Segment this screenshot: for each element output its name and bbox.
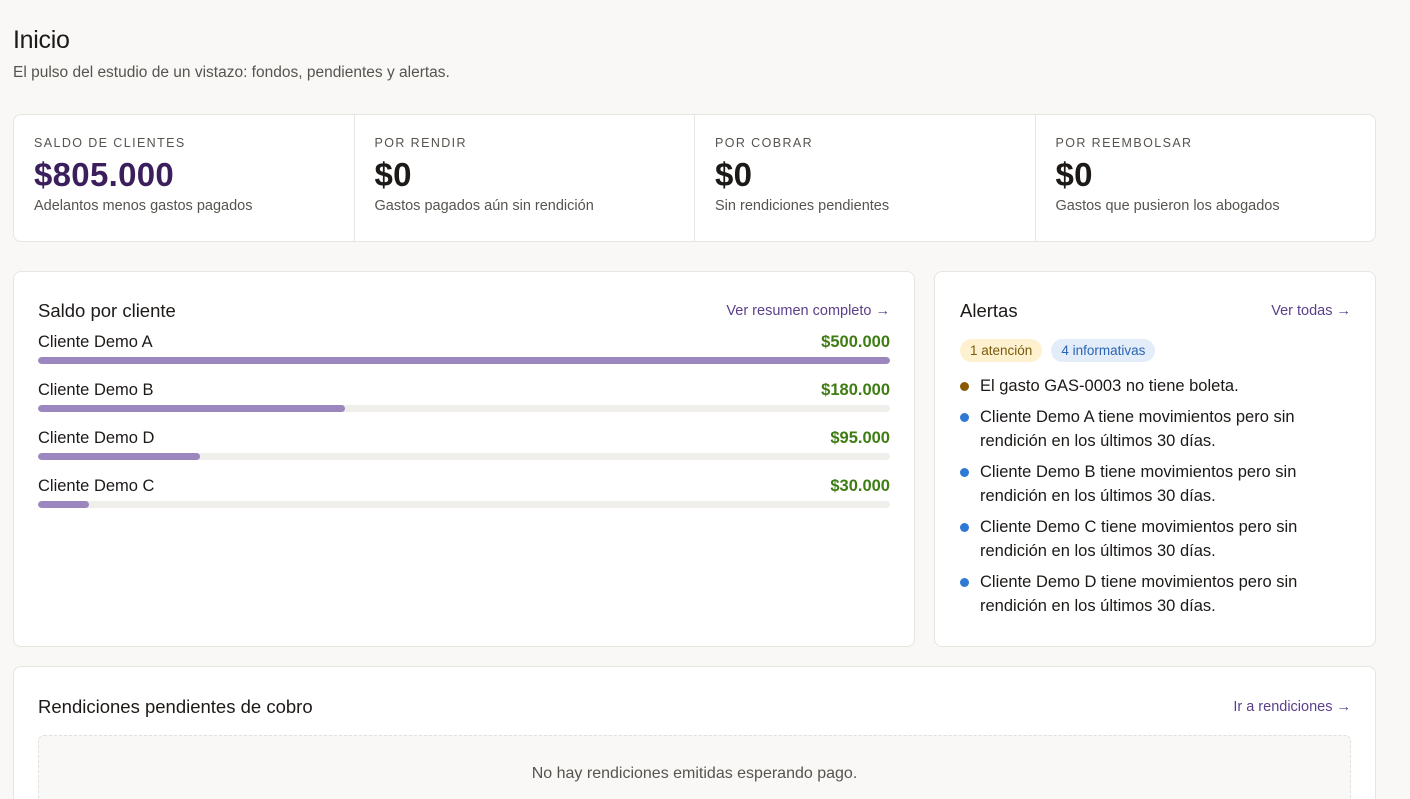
- attention-badge[interactable]: 1 atención: [960, 339, 1043, 362]
- balance-bar-track: [38, 357, 890, 364]
- stat-saldo-clientes: Saldo de clientes $805.000 Adelantos men…: [14, 115, 355, 241]
- balance-bar-fill: [38, 453, 200, 460]
- client-row: Cliente Demo A $500.000: [38, 327, 890, 375]
- alert-item: Cliente Demo C tiene movimientos pero si…: [960, 515, 1351, 563]
- card-title: Rendiciones pendientes de cobro: [38, 696, 313, 717]
- client-amount: $95.000: [830, 428, 890, 447]
- stat-por-cobrar: Por cobrar $0 Sin rendiciones pendientes: [695, 115, 1036, 241]
- summary-stats: Saldo de clientes $805.000 Adelantos men…: [13, 114, 1376, 242]
- client-row: Cliente Demo C $30.000: [38, 471, 890, 519]
- stat-value: $805.000: [34, 156, 175, 193]
- stat-label: Por rendir: [374, 136, 467, 150]
- balance-bar-track: [38, 453, 890, 460]
- warning-dot-icon: [960, 382, 969, 391]
- page-title: Inicio: [13, 26, 70, 54]
- empty-state: No hay rendiciones emitidas esperando pa…: [38, 735, 1351, 799]
- page-header: Inicio El pulso del estudio de un vistaz…: [13, 26, 450, 82]
- stat-value: $0: [374, 156, 412, 193]
- stat-por-rendir: Por rendir $0 Gastos pagados aún sin ren…: [355, 115, 695, 241]
- balance-bar-track: [38, 405, 890, 412]
- alert-text: El gasto GAS-0003 no tiene boleta.: [980, 377, 1239, 395]
- info-dot-icon: [960, 523, 969, 532]
- view-full-summary-link[interactable]: Ver resumen completo →: [726, 303, 890, 319]
- alert-text: Cliente Demo C tiene movimientos pero si…: [980, 518, 1298, 560]
- stat-por-reembolsar: Por reembolsar $0 Gastos que pusieron lo…: [1036, 115, 1376, 241]
- info-dot-icon: [960, 468, 969, 477]
- client-amount: $180.000: [821, 380, 890, 399]
- info-badge[interactable]: 4 informativas: [1051, 339, 1156, 362]
- client-amount: $30.000: [830, 476, 890, 495]
- alerts-card: Alertas Ver todas → 1 atención 4 informa…: [934, 271, 1376, 647]
- info-dot-icon: [960, 578, 969, 587]
- alert-text: Cliente Demo D tiene movimientos pero si…: [980, 573, 1298, 615]
- alert-text: Cliente Demo A tiene movimientos pero si…: [980, 408, 1295, 450]
- alert-item: El gasto GAS-0003 no tiene boleta.: [960, 374, 1351, 398]
- info-dot-icon: [960, 413, 969, 422]
- client-row: Cliente Demo D $95.000: [38, 423, 890, 471]
- balance-bar-fill: [38, 357, 890, 364]
- alert-text: Cliente Demo B tiene movimientos pero si…: [980, 463, 1297, 505]
- stat-label: Por reembolsar: [1055, 136, 1193, 150]
- page-subtitle: El pulso del estudio de un vistazo: fond…: [13, 64, 450, 81]
- client-balance-card: Saldo por cliente Ver resumen completo →…: [13, 271, 915, 647]
- stat-description: Gastos pagados aún sin rendición: [374, 198, 594, 215]
- card-header: Alertas Ver todas →: [960, 299, 1351, 323]
- alert-item: Cliente Demo B tiene movimientos pero si…: [960, 460, 1351, 508]
- pending-collections-card: Rendiciones pendientes de cobro Ir a ren…: [13, 666, 1376, 799]
- alert-badges: 1 atención 4 informativas: [960, 339, 1351, 362]
- card-header: Saldo por cliente Ver resumen completo →: [38, 299, 890, 323]
- go-to-rendiciones-link[interactable]: Ir a rendiciones →: [1233, 699, 1351, 715]
- client-balance-list: Cliente Demo A $500.000 Cliente Demo B $…: [38, 327, 890, 519]
- stat-label: Por cobrar: [715, 136, 814, 150]
- alert-item: Cliente Demo A tiene movimientos pero si…: [960, 405, 1351, 453]
- stat-value: $0: [715, 156, 753, 193]
- view-all-alerts-link[interactable]: Ver todas →: [1271, 303, 1351, 319]
- alert-list: El gasto GAS-0003 no tiene boleta. Clien…: [960, 374, 1351, 618]
- stat-value: $0: [1055, 156, 1093, 193]
- client-name: Cliente Demo C: [38, 476, 155, 495]
- card-header: Rendiciones pendientes de cobro Ir a ren…: [38, 695, 1351, 719]
- stat-description: Sin rendiciones pendientes: [715, 198, 890, 215]
- balance-bar-fill: [38, 405, 345, 412]
- client-row: Cliente Demo B $180.000: [38, 375, 890, 423]
- balance-bar-fill: [38, 501, 90, 508]
- stat-label: Saldo de clientes: [34, 136, 186, 150]
- stat-description: Adelantos menos gastos pagados: [34, 198, 253, 215]
- client-name: Cliente Demo D: [38, 428, 155, 447]
- card-title: Alertas: [960, 300, 1018, 321]
- card-title: Saldo por cliente: [38, 300, 176, 321]
- client-amount: $500.000: [821, 332, 890, 351]
- alert-item: Cliente Demo D tiene movimientos pero si…: [960, 570, 1351, 618]
- client-name: Cliente Demo A: [38, 332, 153, 351]
- client-name: Cliente Demo B: [38, 380, 154, 399]
- stat-description: Gastos que pusieron los abogados: [1055, 198, 1280, 215]
- balance-bar-track: [38, 501, 890, 508]
